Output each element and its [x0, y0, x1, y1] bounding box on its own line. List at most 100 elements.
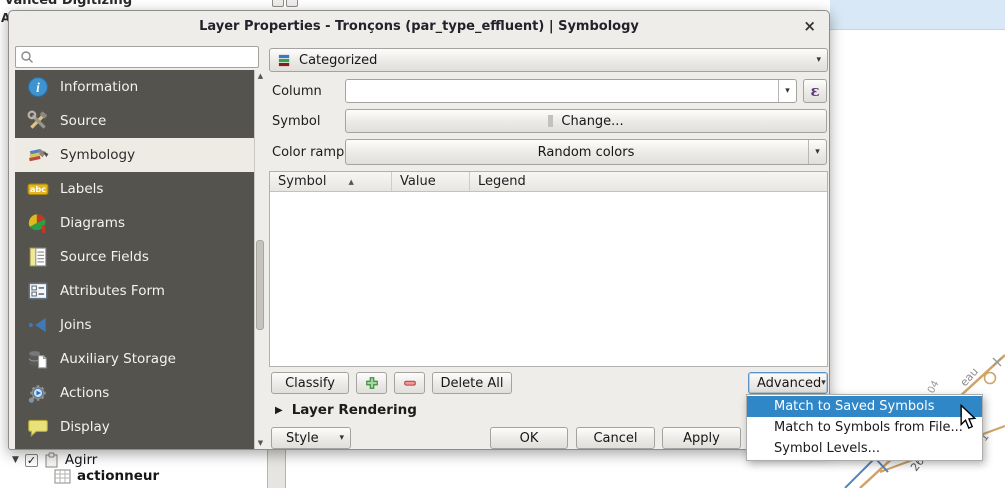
table-header-row: Symbol ▲ Value Legend: [270, 172, 827, 192]
sidebar-item-label: Symbology: [60, 147, 136, 163]
remove-category-button[interactable]: [394, 372, 425, 394]
advanced-digitizing-panel-title: vanced Digitizing: [5, 0, 133, 8]
map-label: eau: [958, 365, 981, 389]
svg-text:abc: abc: [30, 184, 46, 194]
table-body-empty[interactable]: [270, 192, 827, 367]
table-header-legend[interactable]: Legend: [470, 172, 827, 191]
add-category-button[interactable]: [356, 372, 387, 394]
mouse-cursor: [960, 404, 977, 429]
epsilon-icon: ε: [810, 82, 820, 100]
sidebar-item-diagrams[interactable]: Diagrams: [15, 206, 254, 240]
column-combo[interactable]: ▾: [345, 79, 797, 103]
advanced-button[interactable]: Advanced ▾: [748, 372, 828, 394]
layer-properties-dialog: Layer Properties - Tronçons (par_type_ef…: [8, 10, 830, 450]
sidebar-item-joins[interactable]: Joins: [15, 308, 254, 342]
dialog-titlebar[interactable]: Layer Properties - Tronçons (par_type_ef…: [9, 11, 829, 41]
sidebar-item-label: Diagrams: [60, 215, 125, 231]
menu-item-match-symbols-from-file[interactable]: Match to Symbols from File...: [747, 417, 982, 438]
sidebar-item-attributes-form[interactable]: Attributes Form: [15, 274, 254, 308]
scrollbar-thumb[interactable]: [256, 240, 264, 330]
map-x-marker: [992, 357, 1002, 367]
color-ramp-label: Color ramp: [272, 145, 345, 160]
options-search[interactable]: [15, 46, 259, 68]
sidebar-item-display[interactable]: Display: [15, 410, 254, 444]
labels-icon: abc: [27, 183, 49, 196]
sidebar-item-label: Labels: [60, 181, 104, 197]
auxiliary-storage-icon: [28, 351, 47, 369]
dialog-title: Layer Properties - Tronçons (par_type_ef…: [199, 18, 639, 34]
expression-builder-button[interactable]: ε: [803, 79, 827, 103]
sidebar-item-actions[interactable]: Actions: [15, 376, 254, 410]
sidebar-scrollbar[interactable]: ▲ ▼: [254, 70, 265, 449]
minus-icon: [403, 380, 416, 386]
actions-icon: [28, 385, 46, 403]
menu-item-match-saved-symbols[interactable]: Match to Saved Symbols: [747, 396, 982, 417]
plus-icon: [365, 377, 378, 389]
renderer-type-combo[interactable]: Categorized ▾: [269, 48, 828, 72]
sidebar-item-labels[interactable]: abc Labels: [15, 172, 254, 206]
screen: vanced Digitizing A eau 04 26 1 2 ▼ ✓: [0, 0, 1005, 488]
dialog-sidebar: i Information Source Symbology abc Label…: [15, 70, 254, 449]
chevron-down-icon[interactable]: ▾: [808, 140, 826, 164]
sidebar-item-label: Source Fields: [60, 249, 149, 265]
tree-expand-icon[interactable]: ▼: [12, 455, 19, 465]
sidebar-item-auxiliary-storage[interactable]: Auxiliary Storage: [15, 342, 254, 376]
sidebar-item-information[interactable]: i Information: [15, 70, 254, 104]
table-layer-icon: [54, 469, 71, 483]
map-label: 04: [926, 379, 942, 395]
categorized-icon: [278, 54, 290, 66]
classify-button[interactable]: Classify: [271, 372, 349, 394]
close-icon[interactable]: ×: [803, 17, 816, 35]
sidebar-item-symbology[interactable]: Symbology: [15, 138, 254, 172]
attributes-form-icon: [28, 282, 48, 300]
chevron-down-icon[interactable]: ▾: [778, 80, 796, 102]
sidebar-item-label: Display: [60, 419, 110, 435]
symbol-label: Symbol: [272, 114, 321, 129]
symbol-change-button[interactable]: Change...: [345, 109, 827, 133]
layer-label[interactable]: Agirr: [65, 452, 97, 468]
collapsed-arrow-icon: ▶: [275, 404, 283, 416]
delete-all-button[interactable]: Delete All: [432, 372, 512, 394]
cancel-button[interactable]: Cancel: [576, 427, 655, 449]
line-symbol-preview-icon: [548, 115, 554, 127]
layer-tree-row-agirr[interactable]: ▼ ✓ Agirr: [12, 452, 97, 468]
search-input[interactable]: [34, 48, 258, 66]
layer-checkbox[interactable]: ✓: [24, 453, 38, 467]
sidebar-item-label: Information: [60, 79, 139, 95]
map-node-circle: [983, 371, 997, 385]
symbol-change-label: Change...: [561, 113, 624, 129]
sidebar-item-label: Attributes Form: [60, 283, 165, 299]
display-icon: [28, 419, 48, 438]
layer-tree-row-actionneur[interactable]: actionneur: [54, 468, 159, 484]
color-ramp-combo[interactable]: Random colors ▾: [345, 139, 827, 165]
scroll-up-icon[interactable]: ▲: [255, 72, 266, 80]
column-label: Column: [272, 84, 322, 99]
source-icon: [27, 110, 47, 129]
layer-rendering-label: Layer Rendering: [291, 402, 417, 418]
diagrams-icon: [28, 214, 46, 233]
style-button[interactable]: Style ▾: [271, 427, 351, 449]
chevron-down-icon: ▾: [816, 55, 821, 65]
categories-table[interactable]: Symbol ▲ Value Legend: [269, 171, 828, 367]
sidebar-item-source-fields[interactable]: Source Fields: [15, 240, 254, 274]
sidebar-item-label: Source: [60, 113, 107, 129]
sidebar-item-label: Actions: [60, 385, 110, 401]
table-header-value[interactable]: Value: [392, 172, 470, 191]
map-canvas-top-strip: [830, 0, 1005, 30]
panel-close-button[interactable]: [286, 0, 298, 7]
layer-rendering-group[interactable]: ▶ Layer Rendering: [275, 402, 417, 418]
panel-float-button[interactable]: [272, 0, 284, 7]
layers-panel-scrollbar[interactable]: [267, 450, 286, 488]
menu-item-symbol-levels[interactable]: Symbol Levels...: [747, 438, 982, 459]
layer-label[interactable]: actionneur: [77, 468, 159, 484]
information-icon: i: [27, 76, 49, 98]
scroll-down-icon[interactable]: ▼: [255, 439, 266, 447]
table-header-symbol[interactable]: Symbol ▲: [270, 172, 392, 191]
apply-button[interactable]: Apply: [662, 427, 741, 449]
sidebar-item-source[interactable]: Source: [15, 104, 254, 138]
ok-button[interactable]: OK: [490, 427, 568, 449]
advanced-menu: Match to Saved Symbols Match to Symbols …: [746, 394, 983, 461]
group-icon: [45, 452, 58, 468]
joins-icon: [28, 317, 46, 333]
chevron-down-icon: ▾: [339, 433, 344, 443]
